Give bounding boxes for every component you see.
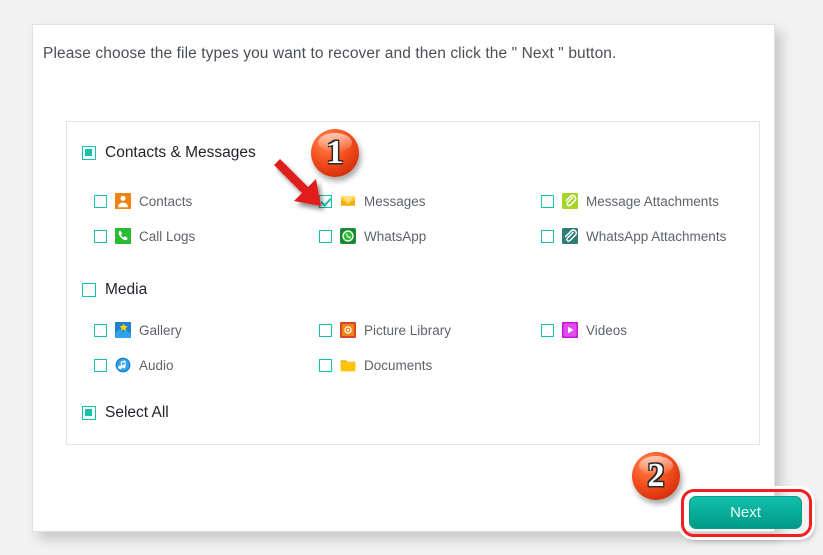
option-label-documents: Documents (364, 357, 433, 373)
picture-library-icon (340, 322, 356, 338)
annotation-badge-2: 2 (632, 452, 680, 500)
checkbox-whatsapp[interactable] (319, 229, 332, 243)
whatsapp-attachments-icon (562, 228, 578, 244)
audio-icon (115, 357, 131, 373)
option-label-contacts: Contacts (139, 193, 193, 209)
checkbox-videos[interactable] (541, 323, 554, 337)
option-label-whatsapp: WhatsApp (364, 228, 427, 244)
option-label-videos: Videos (586, 322, 628, 338)
whatsapp-icon (340, 228, 356, 244)
option-label-gallery: Gallery (139, 322, 182, 338)
option-label-audio: Audio (139, 357, 174, 373)
option-message-attachments[interactable]: Message Attachments (541, 193, 719, 209)
option-gallery[interactable]: Gallery (94, 322, 182, 338)
checkbox-whatsapp-attachments[interactable] (541, 229, 554, 243)
page-instruction: Please choose the file types you want to… (43, 45, 617, 62)
checkbox-gallery[interactable] (94, 323, 107, 337)
contacts-icon (115, 193, 131, 209)
checkbox-picture-library[interactable] (319, 323, 332, 337)
file-type-options-panel: Contacts & Messages Contacts Messages Me… (66, 121, 760, 445)
select-all-label: Select All (105, 404, 169, 421)
checkbox-audio[interactable] (94, 358, 107, 372)
call-logs-icon (115, 228, 131, 244)
option-contacts[interactable]: Contacts (94, 193, 192, 209)
checkbox-documents[interactable] (319, 358, 332, 372)
group-label-contacts-messages: Contacts & Messages (105, 144, 256, 161)
option-whatsapp-attachments[interactable]: WhatsApp Attachments (541, 228, 726, 244)
option-call-logs[interactable]: Call Logs (94, 228, 195, 244)
option-audio[interactable]: Audio (94, 357, 174, 373)
checkbox-select-all[interactable] (82, 406, 96, 420)
checkbox-contacts[interactable] (94, 194, 107, 208)
gallery-icon (115, 322, 131, 338)
option-label-messages: Messages (364, 193, 426, 209)
annotation-badge-1-number: 1 (326, 134, 344, 171)
checkbox-message-attachments[interactable] (541, 194, 554, 208)
option-whatsapp[interactable]: WhatsApp (319, 228, 426, 244)
group-header-contacts-messages[interactable]: Contacts & Messages (82, 144, 256, 162)
messages-icon (340, 193, 356, 209)
videos-icon (562, 322, 578, 338)
option-label-call-logs: Call Logs (139, 228, 196, 244)
group-checkbox-contacts-messages[interactable] (82, 146, 96, 160)
option-documents[interactable]: Documents (319, 357, 432, 373)
annotation-badge-2-number: 2 (647, 457, 665, 494)
checkbox-call-logs[interactable] (94, 229, 107, 243)
annotation-badge-1: 1 (311, 129, 359, 177)
group-label-media: Media (105, 281, 148, 298)
message-attachments-icon (562, 193, 578, 209)
documents-icon (340, 357, 356, 373)
option-picture-library[interactable]: Picture Library (319, 322, 451, 338)
next-button[interactable]: Next (689, 496, 802, 529)
option-label-whatsapp-attachments: WhatsApp Attachments (586, 228, 727, 244)
option-label-message-attachments: Message Attachments (586, 193, 719, 209)
group-checkbox-media[interactable] (82, 283, 96, 297)
select-all-row[interactable]: Select All (82, 404, 169, 422)
option-label-picture-library: Picture Library (364, 322, 452, 338)
group-header-media[interactable]: Media (82, 281, 147, 299)
option-videos[interactable]: Videos (541, 322, 627, 338)
